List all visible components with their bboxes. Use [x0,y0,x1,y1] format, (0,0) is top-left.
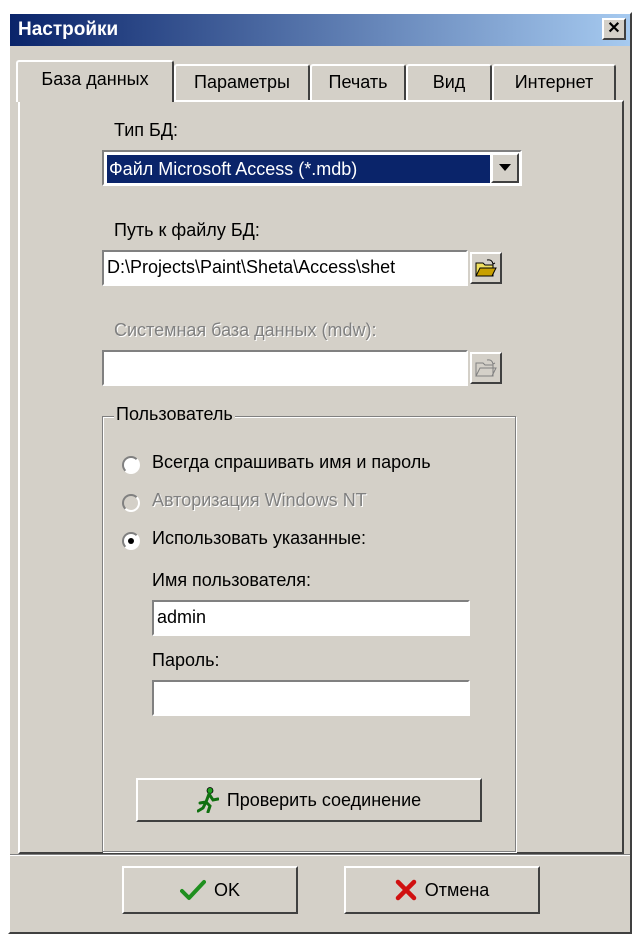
chevron-down-icon [499,164,511,171]
test-connection-button[interactable]: Проверить соединение [136,778,482,822]
ok-button[interactable]: OK [122,866,298,914]
radio-windows-nt[interactable] [122,494,140,512]
tab-parameters[interactable]: Параметры [174,64,310,100]
close-icon: ✕ [607,20,621,37]
user-group-title: Пользователь [114,404,235,425]
radio-always-ask-label[interactable]: Всегда спрашивать имя и пароль [152,452,431,473]
title-bar[interactable]: Настройки ✕ [10,14,630,46]
radio-always-ask[interactable] [122,456,140,474]
ok-label: OK [213,879,240,900]
system-db-label: Системная база данных (mdw): [114,320,377,340]
checkmark-icon [179,880,206,900]
password-label: Пароль: [152,650,220,670]
radio-windows-nt-label[interactable]: Авторизация Windows NT [152,490,367,511]
username-label: Имя пользователя: [152,570,312,590]
password-input[interactable] [152,680,470,716]
db-path-label: Путь к файлу БД: [114,220,260,240]
open-folder-icon [475,259,497,277]
open-folder-icon [475,359,497,377]
db-type-label: Тип БД: [114,120,179,140]
running-man-icon [196,787,219,813]
system-db-input[interactable] [102,350,468,386]
radio-use-specified[interactable] [122,532,140,550]
settings-dialog: Настройки ✕ База данных Параметры Печать… [8,12,632,934]
cancel-label: Отмена [424,879,490,900]
browse-db-button[interactable] [470,252,502,284]
tab-print[interactable]: Печать [310,64,406,100]
db-type-value: Файл Microsoft Access (*.mdb) [106,154,491,184]
window-title: Настройки [18,19,119,40]
db-path-input[interactable]: D:\Projects\Paint\Sheta\Access\shet [102,250,468,286]
test-connection-label: Проверить соединение [226,789,422,810]
tab-internet[interactable]: Интернет [492,64,616,100]
dropdown-button[interactable] [491,153,519,183]
browse-system-db-button[interactable] [470,352,502,384]
db-type-select[interactable]: Файл Microsoft Access (*.mdb) [102,150,522,186]
tab-database[interactable]: База данных [16,60,174,102]
username-input[interactable]: admin [152,600,470,636]
cancel-button[interactable]: Отмена [344,866,540,914]
separator [10,854,630,856]
tab-view[interactable]: Вид [406,64,492,100]
radio-selected-dot [128,538,134,544]
red-x-icon [395,879,416,901]
radio-use-specified-label[interactable]: Использовать указанные: [152,528,366,549]
close-button[interactable]: ✕ [602,18,626,40]
